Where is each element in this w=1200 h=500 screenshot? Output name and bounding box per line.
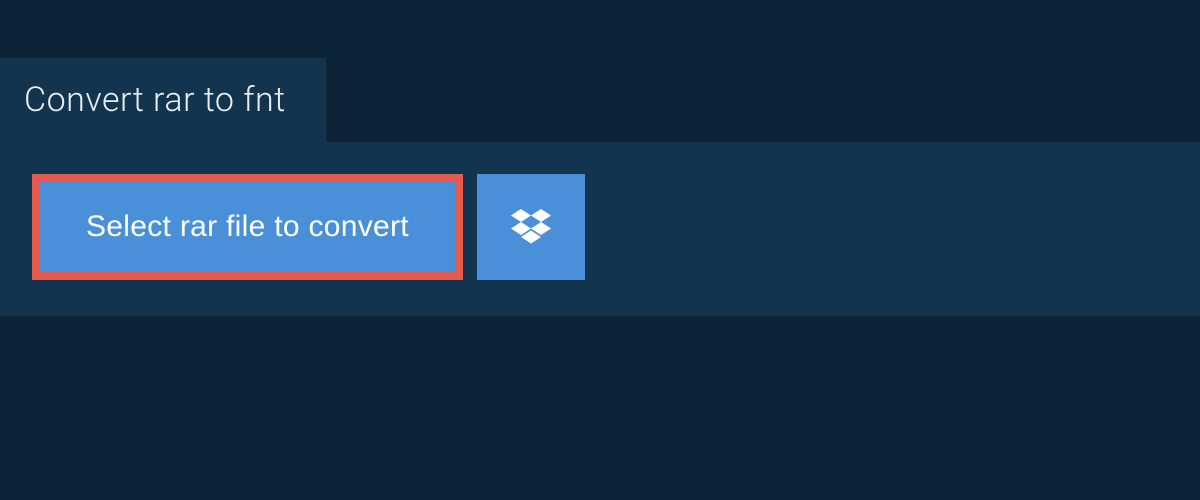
convert-panel: Select rar file to convert — [0, 142, 1200, 316]
button-row: Select rar file to convert — [32, 174, 1168, 280]
select-file-button[interactable]: Select rar file to convert — [32, 174, 463, 280]
dropbox-icon — [511, 209, 551, 245]
tab-header: Convert rar to fnt — [0, 58, 326, 142]
dropbox-button[interactable] — [477, 174, 585, 280]
page-title: Convert rar to fnt — [24, 80, 286, 120]
select-file-label: Select rar file to convert — [86, 210, 409, 244]
